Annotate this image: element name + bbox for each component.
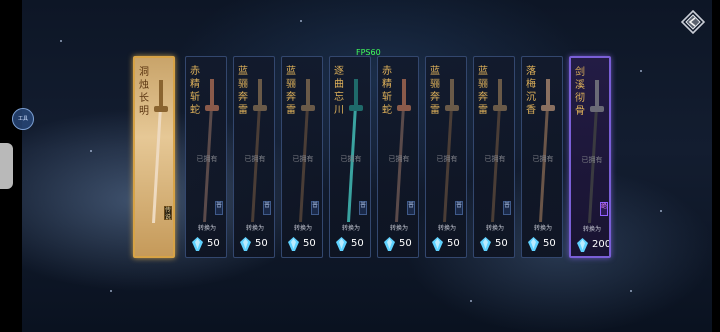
price-value: 50: [351, 238, 364, 249]
weapon-card[interactable]: 赤精斩蛇已拥有普转换为 50: [377, 56, 419, 258]
owned-label: 已拥有: [532, 155, 554, 163]
crystal-icon: [336, 237, 347, 251]
convert-price: 50: [288, 237, 322, 251]
weapon-card[interactable]: 洞烛长明传说: [133, 56, 175, 258]
convert-label: 转换为: [389, 225, 408, 232]
side-drawer-handle[interactable]: [0, 143, 13, 189]
price-value: 50: [495, 238, 508, 249]
weapon-card[interactable]: 赤精斩蛇已拥有普转换为 50: [185, 56, 227, 258]
convert-label: 转换为: [485, 225, 504, 232]
rarity-badge: 普: [455, 201, 463, 215]
star: [110, 290, 112, 292]
weapon-name: 剑溪彻骨: [575, 67, 585, 117]
owned-label: 已拥有: [340, 155, 362, 163]
price-value: 50: [543, 238, 556, 249]
convert-price: 50: [384, 237, 418, 251]
star: [90, 150, 92, 152]
convert-price: 50: [336, 237, 370, 251]
rarity-badge: 传说: [164, 206, 172, 221]
convert-label: 转换为: [341, 225, 360, 232]
owned-label: 已拥有: [244, 155, 266, 163]
star: [470, 300, 472, 302]
star: [630, 290, 632, 292]
crystal-icon: [577, 238, 588, 252]
star: [640, 70, 642, 72]
weapon-name: 蓝骊奔雷: [238, 66, 248, 116]
weapon-name: 赤精斩蛇: [190, 66, 200, 116]
convert-price: 50: [240, 237, 274, 251]
star: [660, 210, 662, 212]
price-value: 50: [207, 238, 220, 249]
rarity-badge: 普: [359, 201, 367, 215]
owned-label: 已拥有: [196, 155, 218, 163]
screen-edge-bar: [712, 0, 720, 332]
weapon-card-list: 洞烛长明 传说 赤精斩蛇 已拥有普转换为 50 蓝骊奔雷 已拥有普转换为 50 蓝骊奔雷 已拥有普…: [133, 56, 611, 260]
owned-label: 已拥有: [292, 155, 314, 163]
crystal-icon: [528, 237, 539, 251]
crystal-icon: [384, 237, 395, 251]
rarity-badge: 普: [311, 201, 319, 215]
rarity-badge: 普: [263, 201, 271, 215]
rarity-badge: 普: [215, 201, 223, 215]
weapon-name: 蓝骊奔雷: [430, 66, 440, 116]
convert-price: 200: [577, 238, 611, 252]
price-value: 200: [592, 239, 611, 250]
weapon-name: 赤精斩蛇: [382, 66, 392, 116]
convert-price: 50: [480, 237, 514, 251]
weapon-name: 逐曲忘川: [334, 66, 344, 116]
weapon-name: 蓝骊奔雷: [478, 66, 488, 116]
rarity-badge: 普: [503, 201, 511, 215]
star: [60, 40, 62, 42]
weapon-card[interactable]: 蓝骊奔雷已拥有普转换为 50: [233, 56, 275, 258]
weapon-name: 洞烛长明: [139, 67, 149, 117]
crystal-icon: [480, 237, 491, 251]
crystal-icon: [192, 237, 203, 251]
owned-label: 已拥有: [484, 155, 506, 163]
crystal-icon: [288, 237, 299, 251]
star: [300, 20, 302, 22]
crystal-icon: [240, 237, 251, 251]
floating-tool-button[interactable]: 工具: [12, 108, 34, 130]
rarity-badge: 普: [407, 201, 415, 215]
weapon-card[interactable]: 蓝骊奔雷已拥有普转换为 50: [425, 56, 467, 258]
convert-label: 转换为: [293, 225, 312, 232]
weapon-name: 蓝骊奔雷: [286, 66, 296, 116]
convert-label: 转换为: [533, 225, 552, 232]
convert-price: 50: [432, 237, 466, 251]
rarity-badge: 绝: [600, 202, 608, 216]
weapon-card[interactable]: 落梅沉香已拥有转换为 50: [521, 56, 563, 258]
price-value: 50: [303, 238, 316, 249]
back-icon[interactable]: [681, 10, 705, 34]
crystal-icon: [432, 237, 443, 251]
weapon-card[interactable]: 剑溪彻骨已拥有绝转换为 200: [569, 56, 611, 258]
convert-label: 转换为: [245, 225, 264, 232]
convert-price: 50: [192, 237, 226, 251]
weapon-name: 落梅沉香: [526, 66, 536, 116]
convert-label: 转换为: [582, 226, 601, 233]
owned-label: 已拥有: [388, 155, 410, 163]
price-value: 50: [399, 238, 412, 249]
price-value: 50: [447, 238, 460, 249]
weapon-card[interactable]: 蓝骊奔雷已拥有普转换为 50: [473, 56, 515, 258]
convert-price: 50: [528, 237, 562, 251]
convert-label: 转换为: [197, 225, 216, 232]
price-value: 50: [255, 238, 268, 249]
weapon-card[interactable]: 逐曲忘川已拥有普转换为 50: [329, 56, 371, 258]
convert-label: 转换为: [437, 225, 456, 232]
owned-label: 已拥有: [436, 155, 458, 163]
owned-label: 已拥有: [581, 156, 603, 164]
weapon-card[interactable]: 蓝骊奔雷已拥有普转换为 50: [281, 56, 323, 258]
